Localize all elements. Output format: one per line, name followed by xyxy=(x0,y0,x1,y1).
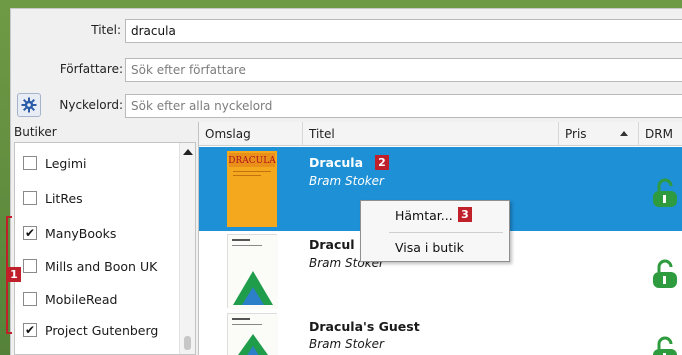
store-label: MobileRead xyxy=(45,291,118,307)
author-label: Författare: xyxy=(59,62,123,76)
title-input[interactable]: dracula xyxy=(125,19,682,43)
author-input[interactable]: Sök efter författare xyxy=(125,58,682,82)
store-list[interactable]: Legimi LitRes ✔ ManyBooks Mills and Boon… xyxy=(14,142,196,355)
unlocked-drm-icon xyxy=(653,259,677,288)
column-header-price[interactable]: Pris xyxy=(559,122,639,146)
annotation-badge-2: 2 xyxy=(375,155,389,170)
menu-item-download[interactable]: Hämtar... xyxy=(361,203,509,227)
store-checkbox[interactable] xyxy=(23,292,37,306)
store-checkbox[interactable] xyxy=(23,156,37,170)
store-checkbox[interactable]: ✔ xyxy=(23,226,37,240)
store-item-manybooks[interactable]: ✔ ManyBooks xyxy=(23,222,116,244)
menu-item-view-in-store[interactable]: Visa i butik xyxy=(361,235,509,259)
annotation-badge-1: 1 xyxy=(7,267,21,282)
unlocked-drm-icon xyxy=(653,178,677,207)
store-item-mills-and-boon-uk[interactable]: Mills and Boon UK xyxy=(23,255,157,277)
title-label: Titel: xyxy=(91,23,121,37)
table-row[interactable]: Dracula's Guest Bram Stoker xyxy=(199,311,682,355)
book-author: Bram Stoker xyxy=(309,337,384,351)
keywords-label: Nyckelord: xyxy=(59,98,123,112)
column-header-cover[interactable]: Omslag xyxy=(199,122,303,146)
book-cover xyxy=(227,234,278,309)
cover-art: DRACULA xyxy=(227,151,277,227)
book-title: Dracul xyxy=(309,237,355,252)
book-title: Dracula's Guest xyxy=(309,319,420,334)
gear-icon xyxy=(21,97,37,113)
store-checkbox[interactable]: ✔ xyxy=(23,323,37,337)
store-label: LitRes xyxy=(45,190,83,206)
store-label: Legimi xyxy=(45,155,87,171)
store-item-legimi[interactable]: Legimi xyxy=(23,152,87,174)
keywords-input[interactable]: Sök efter alla nyckelord xyxy=(125,94,682,118)
book-cover: DRACULA xyxy=(227,151,277,227)
column-header-drm[interactable]: DRM xyxy=(639,122,682,146)
store-list-scrollbar[interactable] xyxy=(179,143,195,354)
svg-text:DRACULA: DRACULA xyxy=(228,156,276,166)
book-title: Dracula xyxy=(309,155,364,170)
cover-art xyxy=(228,314,278,355)
menu-item-label: Hämtar... xyxy=(395,207,453,223)
store-item-litres[interactable]: LitRes xyxy=(23,187,83,209)
store-checkbox[interactable] xyxy=(23,191,37,205)
unlocked-drm-icon xyxy=(653,336,677,355)
annotation-badge-3: 3 xyxy=(458,207,472,222)
column-header-title[interactable]: Titel xyxy=(303,122,559,146)
book-author: Bram Stoker xyxy=(309,174,384,188)
context-menu: Hämtar... 3 Visa i butik xyxy=(360,200,510,262)
calibre-store-search-window: Titel: dracula Författare: Sök efter för… xyxy=(0,0,682,355)
store-item-project-gutenberg[interactable]: ✔ Project Gutenberg xyxy=(23,319,158,341)
store-label: Project Gutenberg xyxy=(45,322,159,338)
store-checkbox[interactable] xyxy=(23,259,37,273)
scroll-thumb[interactable] xyxy=(184,336,191,350)
cover-art xyxy=(228,235,278,309)
store-label: Mills and Boon UK xyxy=(45,258,158,274)
menu-separator xyxy=(389,232,503,233)
price-header-label: Pris xyxy=(565,126,587,141)
menu-item-label: Visa i butik xyxy=(395,239,464,255)
store-item-mobileread[interactable]: MobileRead xyxy=(23,288,117,310)
sort-ascending-icon xyxy=(620,131,628,136)
store-label: ManyBooks xyxy=(45,225,117,241)
stores-header: Butiker xyxy=(14,125,57,139)
scroll-up-arrow-icon[interactable] xyxy=(183,149,193,155)
book-cover xyxy=(227,313,278,355)
settings-button[interactable] xyxy=(17,93,41,117)
